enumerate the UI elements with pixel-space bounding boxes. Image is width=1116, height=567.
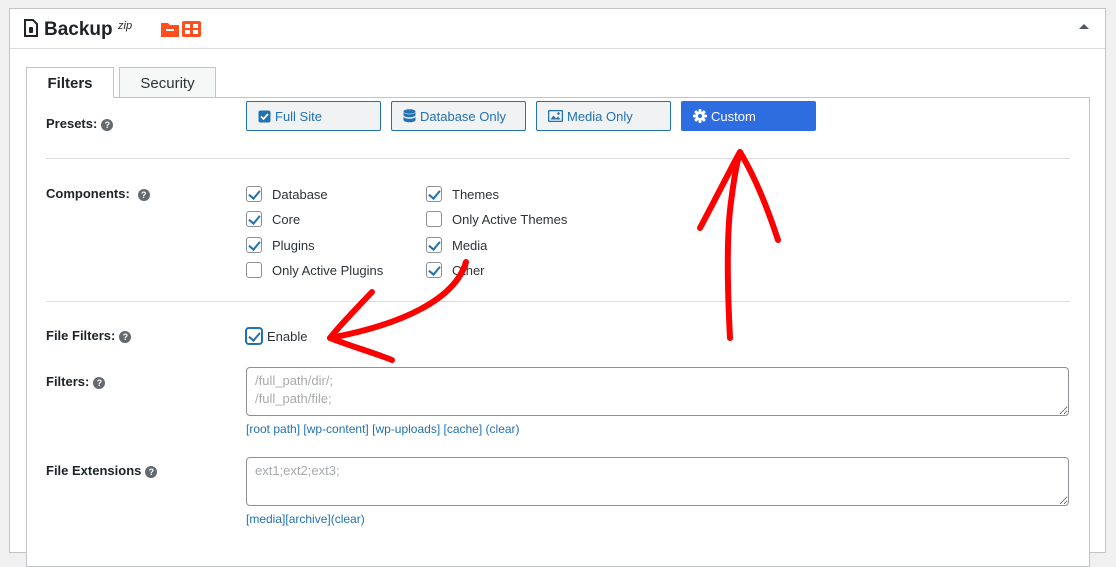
preset-media-only-label: Media Only — [567, 108, 633, 124]
component-only-active-plugins-label: Only Active Plugins — [272, 262, 384, 278]
filters-label: Filters:? — [46, 374, 106, 389]
file-extensions-label-text: File Extensions — [46, 463, 142, 478]
component-database-label: Database — [272, 186, 328, 202]
tab-filters[interactable]: Filters — [26, 67, 114, 98]
component-plugins-label: Plugins — [272, 237, 315, 253]
file-extensions-label: File Extensions? — [46, 463, 158, 478]
presets-label-text: Presets: — [46, 116, 98, 131]
link-clear-extensions[interactable]: (clear) — [331, 512, 365, 526]
component-only-active-themes-label: Only Active Themes — [452, 211, 568, 227]
component-media[interactable]: Media — [426, 237, 487, 253]
component-themes-label: Themes — [452, 186, 499, 202]
checkbox[interactable] — [246, 262, 262, 278]
panel-title: Backup — [44, 19, 113, 40]
panel-header: Backup zip — [10, 9, 1105, 49]
checkbox[interactable] — [426, 211, 442, 227]
component-only-active-plugins[interactable]: Only Active Plugins — [246, 262, 383, 278]
component-core-label: Core — [272, 211, 301, 227]
file-filters-help-icon[interactable]: ? — [119, 331, 132, 343]
enable-label: Enable — [267, 328, 308, 344]
checkbox-icon — [258, 110, 271, 122]
folder-icon[interactable] — [161, 21, 179, 37]
components-label: Components:? — [46, 186, 150, 201]
filters-textarea[interactable] — [246, 367, 1069, 416]
component-database[interactable]: Database — [246, 186, 328, 202]
checkbox[interactable] — [246, 186, 262, 202]
component-other-label: Other — [452, 262, 485, 278]
file-extensions-links: [media][archive](clear) — [246, 512, 365, 526]
divider — [46, 158, 1070, 159]
filters-label-text: Filters: — [46, 374, 90, 389]
preset-full-site-button[interactable]: Full Site — [246, 101, 381, 131]
collapse-arrow-icon[interactable] — [1079, 24, 1089, 29]
tab-security[interactable]: Security — [119, 67, 216, 98]
enable-checkbox[interactable] — [246, 328, 262, 344]
document-icon — [24, 19, 38, 37]
link-root-path[interactable]: [root path] — [246, 422, 300, 436]
file-filters-enable[interactable]: Enable — [246, 328, 307, 344]
file-filters-label: File Filters:? — [46, 328, 132, 343]
gear-icon — [693, 109, 707, 123]
panel-title-sup: zip — [118, 20, 133, 32]
component-media-label: Media — [452, 237, 488, 253]
link-archive[interactable]: [archive] — [285, 512, 330, 526]
components-help-icon[interactable]: ? — [137, 189, 150, 201]
preset-full-site-label: Full Site — [275, 108, 322, 124]
checkbox[interactable] — [426, 237, 442, 253]
divider — [46, 301, 1070, 302]
link-cache[interactable]: [cache] — [444, 422, 483, 436]
link-clear-filters[interactable]: (clear) — [486, 422, 520, 436]
presets-help-icon[interactable]: ? — [101, 119, 114, 131]
component-only-active-themes[interactable]: Only Active Themes — [426, 211, 567, 227]
component-plugins[interactable]: Plugins — [246, 237, 315, 253]
components-label-text: Components: — [46, 186, 130, 201]
checkbox[interactable] — [246, 237, 262, 253]
presets-label: Presets:? — [46, 116, 114, 131]
link-wp-uploads[interactable]: [wp-uploads] — [372, 422, 440, 436]
file-extensions-textarea[interactable] — [246, 457, 1069, 506]
image-icon — [548, 110, 563, 122]
checkbox[interactable] — [246, 211, 262, 227]
grid-icon[interactable] — [182, 21, 201, 37]
component-core[interactable]: Core — [246, 211, 300, 227]
preset-media-only-button[interactable]: Media Only — [536, 101, 671, 131]
preset-custom-label: Custom — [711, 108, 756, 124]
checkbox[interactable] — [426, 262, 442, 278]
preset-database-only-button[interactable]: Database Only — [391, 101, 526, 131]
link-media[interactable]: [media] — [246, 512, 285, 526]
preset-database-only-label: Database Only — [420, 108, 506, 124]
checkbox[interactable] — [426, 186, 442, 202]
filters-links: [root path] [wp-content] [wp-uploads] [c… — [246, 422, 520, 436]
database-icon — [403, 109, 416, 123]
filters-help-icon[interactable]: ? — [93, 377, 106, 389]
file-extensions-help-icon[interactable]: ? — [145, 466, 158, 478]
link-wp-content[interactable]: [wp-content] — [303, 422, 368, 436]
preset-custom-button[interactable]: Custom — [681, 101, 816, 131]
component-other[interactable]: Other — [426, 262, 485, 278]
file-filters-label-text: File Filters: — [46, 328, 116, 343]
component-themes[interactable]: Themes — [426, 186, 499, 202]
